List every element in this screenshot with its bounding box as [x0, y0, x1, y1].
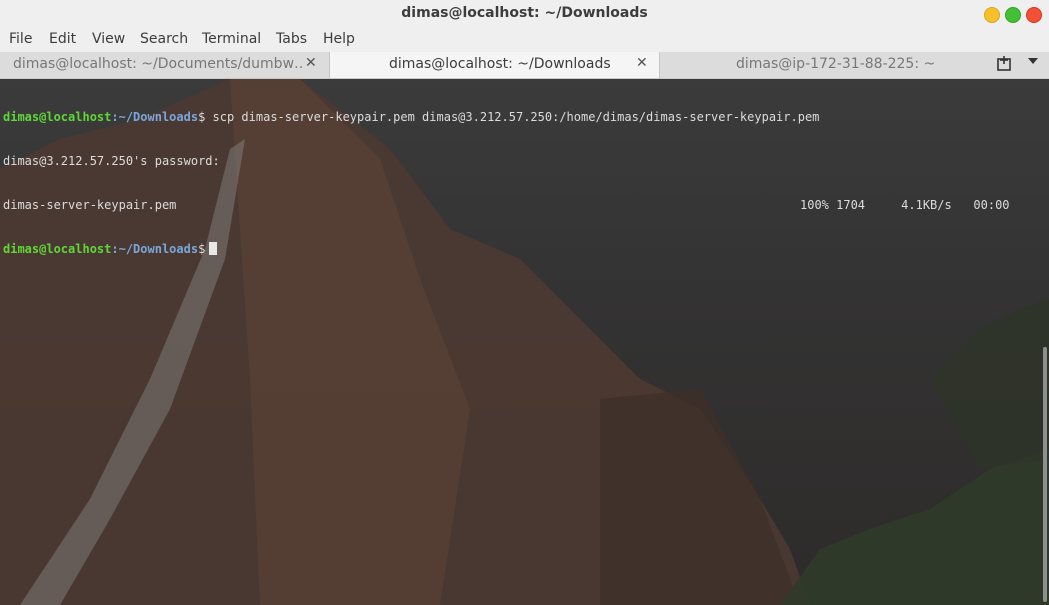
tab-downloads[interactable]: dimas@localhost: ~/Downloads ✕ [330, 52, 660, 78]
tab-label: dimas@localhost: ~/Documents/dumbw… [13, 56, 303, 72]
menu-edit[interactable]: Edit [49, 31, 76, 47]
terminal-window: dimas@localhost: ~/Downloads File Edit V… [0, 0, 1049, 605]
tab-label: dimas@ip-172-31-88-225: ~ [736, 56, 936, 72]
command-text: scp dimas-server-keypair.pem dimas@3.212… [205, 110, 820, 125]
tab-label: dimas@localhost: ~/Downloads [389, 56, 611, 72]
terminal-line: dimas@localhost:~/Downloads$ scp dimas-s… [3, 110, 1049, 125]
maximize-button[interactable] [1005, 7, 1021, 23]
close-button[interactable] [1026, 7, 1042, 23]
terminal-line: dimas-server-keypair.pem 100% 1704 4.1KB/… [3, 198, 1049, 213]
menu-view[interactable]: View [92, 31, 125, 47]
scrollbar[interactable] [1043, 347, 1047, 602]
minimize-button[interactable] [984, 7, 1000, 23]
text-cursor [209, 241, 218, 255]
window-title: dimas@localhost: ~/Downloads [401, 5, 648, 21]
tab-remote[interactable]: dimas@ip-172-31-88-225: ~ [660, 52, 982, 78]
new-tab-icon[interactable] [996, 55, 1014, 73]
menu-file[interactable]: File [9, 31, 32, 47]
output-text: dimas@3.212.57.250's password: [3, 153, 220, 168]
prompt-path: :~/Downloads [111, 110, 199, 125]
tab-bar: dimas@localhost: ~/Documents/dumbw… ✕ di… [0, 52, 1049, 79]
chevron-down-icon[interactable] [1027, 56, 1039, 69]
prompt-symbol: $ [198, 241, 206, 256]
title-bar[interactable]: dimas@localhost: ~/Downloads [0, 0, 1049, 29]
prompt-user: dimas@localhost [3, 241, 112, 256]
close-icon[interactable]: ✕ [636, 55, 648, 71]
menu-search[interactable]: Search [140, 31, 188, 47]
close-icon[interactable]: ✕ [305, 55, 317, 71]
terminal-line: dimas@3.212.57.250's password: [3, 154, 1049, 169]
menu-tabs[interactable]: Tabs [276, 31, 307, 47]
terminal-output: dimas@localhost:~/Downloads$ scp dimas-s… [3, 81, 1049, 285]
tab-documents[interactable]: dimas@localhost: ~/Documents/dumbw… ✕ [0, 52, 330, 78]
menu-terminal[interactable]: Terminal [202, 31, 261, 47]
prompt-path: :~/Downloads [111, 241, 199, 256]
prompt-user: dimas@localhost [3, 110, 112, 125]
menu-bar: File Edit View Search Terminal Tabs Help [0, 28, 1049, 52]
terminal-line: dimas@localhost:~/Downloads$ [3, 241, 1049, 257]
transfer-stats: 100% 1704 4.1KB/s 00:00 [800, 197, 1010, 212]
menu-help[interactable]: Help [323, 31, 355, 47]
output-text: dimas-server-keypair.pem [3, 197, 177, 212]
terminal-area[interactable]: dimas@localhost:~/Downloads$ scp dimas-s… [0, 79, 1049, 605]
